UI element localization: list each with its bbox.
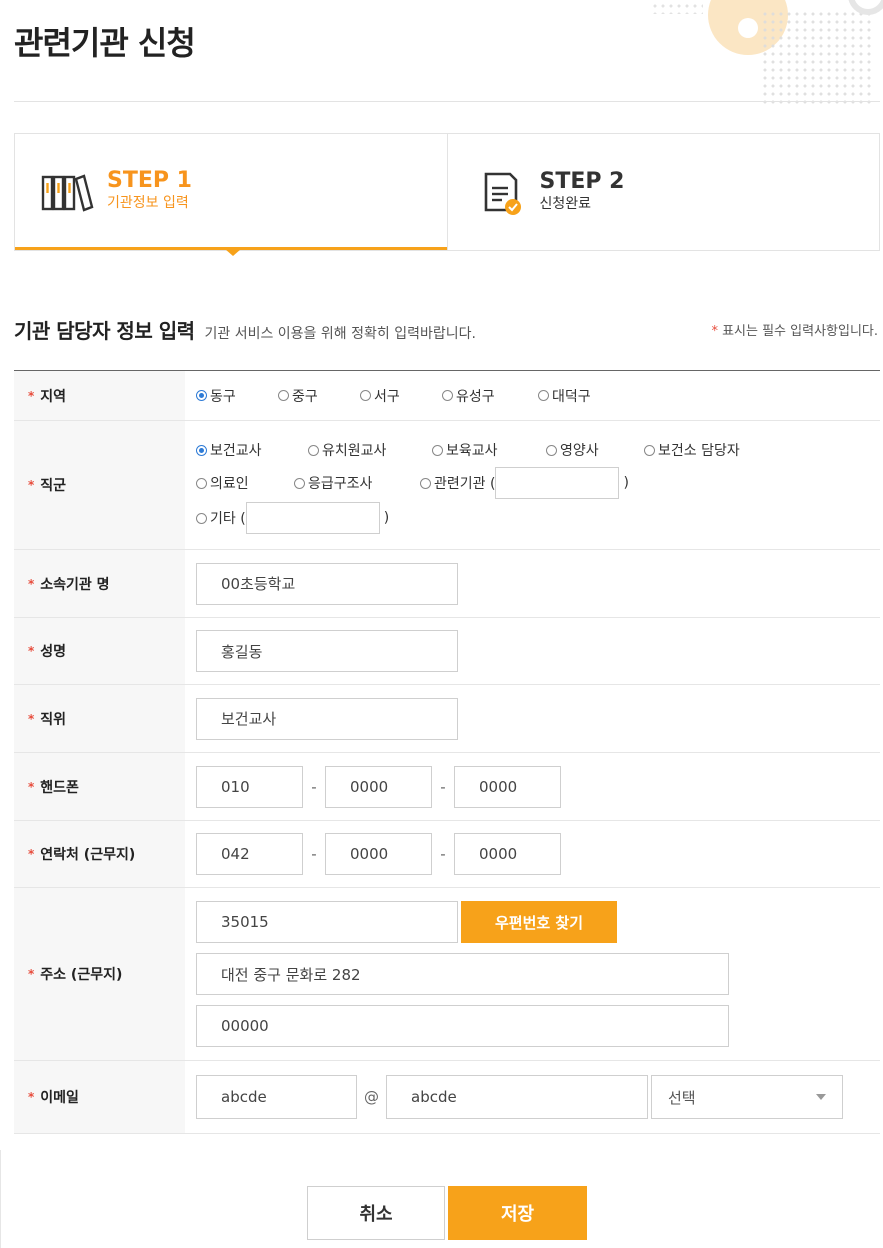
row-phone: * 핸드폰 010 - 0000 - 0000: [14, 753, 880, 821]
region-options: 동구 중구 서구 유성구 대덕구: [185, 371, 880, 420]
section-title: 기관 담당자 정보 입력: [14, 319, 195, 343]
row-email: * 이메일 abcde @ abcde 선택: [14, 1061, 880, 1134]
org-name-label: * 소속기관 명: [14, 550, 185, 617]
email-at: @: [364, 1088, 379, 1106]
radio-job-health-center[interactable]: 보건소 담당자: [644, 440, 740, 460]
step-2-number: STEP 2: [539, 169, 625, 194]
zipcode-input[interactable]: 35015: [196, 901, 458, 943]
radio-job-childcare-teacher[interactable]: 보육교사: [432, 440, 546, 460]
radio-job-paramedic[interactable]: 응급구조사: [294, 473, 420, 493]
step-1-desc: 기관정보 입력: [107, 194, 189, 211]
related-org-input[interactable]: [495, 467, 620, 499]
name-input[interactable]: 홍길동: [196, 630, 458, 672]
title-divider: [14, 101, 880, 102]
email-domain-input[interactable]: abcde: [386, 1075, 648, 1119]
phone-part1-input[interactable]: 010: [196, 765, 303, 808]
radio-region-seogu[interactable]: 서구: [360, 386, 442, 406]
phone-label: * 핸드폰: [14, 753, 185, 820]
active-step-pointer: [225, 249, 241, 256]
row-region: * 지역 동구 중구 서구 유성구 대덕구: [14, 371, 880, 421]
other-job-input[interactable]: [245, 502, 380, 534]
required-note: * 표시는 필수 입력사항입니다.: [711, 320, 878, 339]
bookshelf-icon: [41, 173, 94, 212]
row-work-phone: * 연락처 (근무지) 042 - 0000 - 0000: [14, 821, 880, 888]
email-label: * 이메일: [14, 1061, 185, 1133]
document-check-icon: [484, 172, 521, 215]
radio-region-donggu[interactable]: 동구: [196, 386, 278, 406]
work-phone-part2-input[interactable]: 0000: [325, 833, 432, 875]
phone-part3-input[interactable]: 0000: [454, 765, 561, 808]
chevron-down-icon: [816, 1094, 826, 1100]
radio-region-daedeokgu[interactable]: 대덕구: [538, 386, 591, 406]
radio-job-medical[interactable]: 의료인: [196, 473, 294, 493]
row-name: * 성명 홍길동: [14, 618, 880, 685]
work-phone-part1-input[interactable]: 042: [196, 833, 303, 875]
decorative-graphic: [653, 0, 883, 110]
step-2-desc: 신청완료: [539, 196, 592, 212]
left-edge-line: [0, 1150, 1, 1248]
address1-input[interactable]: 대전 중구 문화로 282: [196, 953, 729, 995]
step-1: STEP 1 기관정보 입력: [15, 134, 447, 256]
radio-job-nutritionist[interactable]: 영양사: [546, 440, 644, 460]
org-name-input[interactable]: 00초등학교: [196, 562, 458, 605]
row-job: * 직군 보건교사 유치원교사 보육교사 영양사 보건소 담당자 의료인 응급구조…: [14, 421, 880, 550]
address-label: * 주소 (근무지): [14, 888, 185, 1060]
step-1-number: STEP 1: [107, 167, 192, 193]
row-address: * 주소 (근무지) 35015 우편번호 찾기 대전 중구 문화로 282 00…: [14, 888, 880, 1061]
work-phone-label: * 연락처 (근무지): [14, 821, 185, 887]
position-input[interactable]: 보건교사: [196, 697, 458, 740]
email-local-input[interactable]: abcde: [196, 1075, 357, 1119]
save-button[interactable]: 저장: [448, 1186, 587, 1240]
radio-region-yuseonggu[interactable]: 유성구: [442, 386, 538, 406]
cancel-button[interactable]: 취소: [307, 1186, 445, 1240]
zipcode-search-button[interactable]: 우편번호 찾기: [461, 901, 617, 943]
application-form: * 지역 동구 중구 서구 유성구 대덕구 * 직군 보건교사 유치원교사 보육교사…: [14, 370, 880, 1134]
section-subtitle: 기관 서비스 이용을 위해 정확히 입력바랍니다.: [204, 326, 476, 342]
radio-region-junggu[interactable]: 중구: [278, 386, 360, 406]
step-2: STEP 2 신청완료: [446, 134, 880, 250]
radio-job-related-org[interactable]: 관련기관 (: [420, 473, 495, 493]
radio-job-other[interactable]: 기타 (: [196, 508, 246, 528]
required-note-text: 표시는 필수 입력사항입니다.: [722, 324, 878, 339]
job-label: * 직군: [14, 421, 185, 549]
radio-job-health-teacher[interactable]: 보건교사: [196, 440, 308, 460]
step-indicator: STEP 1 기관정보 입력 STEP 2 신청완료: [14, 133, 880, 256]
position-label: * 직위: [14, 685, 185, 752]
row-position: * 직위 보건교사: [14, 685, 880, 753]
region-label: * 지역: [14, 371, 185, 420]
form-buttons: 취소 저장: [307, 1186, 587, 1240]
row-org-name: * 소속기관 명 00초등학교: [14, 550, 880, 618]
job-options: 보건교사 유치원교사 보육교사 영양사 보건소 담당자 의료인 응급구조사 관련…: [185, 421, 880, 549]
radio-job-kindergarten-teacher[interactable]: 유치원교사: [308, 440, 432, 460]
email-domain-select[interactable]: 선택: [651, 1075, 843, 1119]
required-star: *: [711, 324, 718, 339]
section-header: 기관 담당자 정보 입력 기관 서비스 이용을 위해 정확히 입력바랍니다.: [14, 315, 476, 344]
address2-input[interactable]: 00000: [196, 1005, 729, 1047]
page-title: 관련기관 신청: [14, 24, 196, 62]
phone-part2-input[interactable]: 0000: [325, 765, 432, 808]
work-phone-part3-input[interactable]: 0000: [454, 833, 561, 875]
name-label: * 성명: [14, 618, 185, 684]
